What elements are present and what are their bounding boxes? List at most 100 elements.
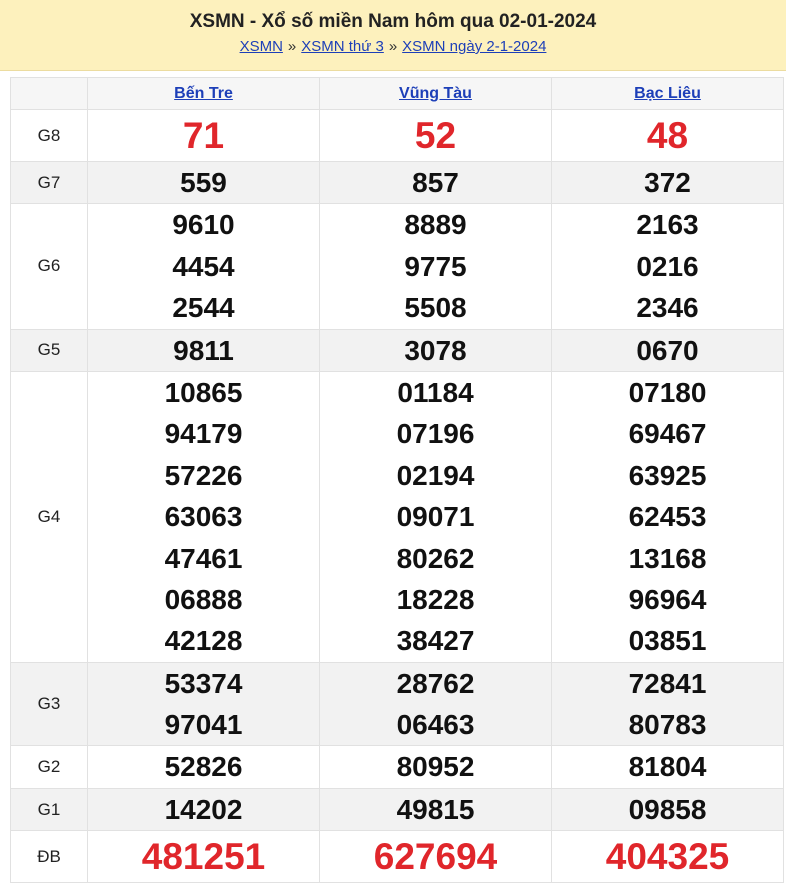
- result-number: 10865: [164, 376, 243, 408]
- prize-row: G1 14202 49815 09858: [10, 787, 784, 832]
- result-cell: 9610 4454 2544: [87, 203, 320, 330]
- result-cell: 01184 07196 02194 09071 80262 18228 38427: [319, 370, 552, 663]
- prize-label: G4: [10, 370, 88, 663]
- result-number: 9610: [172, 209, 235, 241]
- result-cell: 481251: [87, 830, 320, 883]
- special-prize-number: 627694: [373, 836, 498, 878]
- result-number: 5508: [404, 292, 467, 324]
- result-number: 57226: [164, 459, 243, 491]
- result-number: 0670: [636, 334, 699, 366]
- page-title: XSMN - Xổ số miền Nam hôm qua 02-01-2024: [189, 11, 597, 32]
- breadcrumb: XSMN» XSMN thứ 3» XSMN ngày 2-1-2024: [0, 38, 786, 55]
- result-cell: 0670: [551, 328, 784, 372]
- result-number: 52826: [164, 751, 243, 783]
- prize-row: G7 559 857 372: [10, 160, 784, 205]
- result-number: 07196: [396, 418, 475, 450]
- prize-row: G6 9610 4454 2544 8889 9775 5508 2163 0216 2346: [10, 203, 784, 330]
- result-cell: 81804: [551, 745, 784, 789]
- result-cell: 80952: [319, 745, 552, 789]
- prize-label: G8: [10, 109, 88, 162]
- result-number: 53374: [164, 667, 243, 699]
- result-cell: 72841 80783: [551, 661, 784, 747]
- results-table: Bến Tre Vũng Tàu Bạc Liêu G8 71 52 48 G7 559 8…: [10, 77, 784, 883]
- result-cell: 2163 0216 2346: [551, 203, 784, 330]
- result-number: 06463: [396, 709, 475, 741]
- result-number: 42128: [164, 625, 243, 657]
- result-cell: 52826: [87, 745, 320, 789]
- result-number: 80262: [396, 542, 475, 574]
- page-header: XSMN - Xổ số miền Nam hôm qua 02-01-2024…: [0, 0, 786, 71]
- result-number: 9775: [404, 250, 467, 282]
- result-number: 03851: [628, 625, 707, 657]
- prize-row: G3 53374 97041 28762 06463 72841 80783: [10, 661, 784, 747]
- province-link-bac-lieu[interactable]: Bạc Liêu: [634, 85, 701, 102]
- result-number: 559: [180, 167, 227, 198]
- result-cell: 857: [319, 160, 552, 205]
- prize-label: G6: [10, 203, 88, 330]
- result-cell: 372: [551, 160, 784, 205]
- result-number: 47461: [164, 542, 243, 574]
- result-cell: 14202: [87, 787, 320, 832]
- result-cell: 559: [87, 160, 320, 205]
- result-number: 9811: [173, 334, 234, 366]
- result-cell: 09858: [551, 787, 784, 832]
- province-header-vung-tau: Vũng Tàu: [319, 77, 552, 110]
- breadcrumb-separator: »: [287, 38, 297, 55]
- special-prize-number: 404325: [605, 836, 730, 878]
- prize-row: G8 71 52 48: [10, 109, 784, 162]
- result-number: 94179: [164, 418, 243, 450]
- breadcrumb-xsmn-ngay[interactable]: XSMN ngày 2-1-2024: [402, 38, 546, 55]
- prize-label: G5: [10, 328, 88, 372]
- province-header-bac-lieu: Bạc Liêu: [551, 77, 784, 110]
- prize-column-header: [10, 77, 88, 110]
- result-number: 8889: [404, 209, 467, 241]
- result-cell: 28762 06463: [319, 661, 552, 747]
- result-number: 02194: [396, 459, 475, 491]
- result-number: 2544: [172, 292, 235, 324]
- result-cell: 71: [87, 109, 320, 162]
- result-number: 2346: [636, 292, 699, 324]
- result-number: 372: [644, 167, 691, 198]
- result-number: 97041: [164, 709, 243, 741]
- result-cell: 48: [551, 109, 784, 162]
- result-cell: 627694: [319, 830, 552, 883]
- result-number: 857: [412, 167, 459, 198]
- prize-label: G1: [10, 787, 88, 832]
- result-number: 09858: [628, 793, 707, 825]
- result-number: 09071: [396, 501, 475, 533]
- result-number: 80783: [628, 709, 707, 741]
- prize-row: G4 10865 94179 57226 63063 47461 06888 42128 011…: [10, 370, 784, 663]
- table-header-row: Bến Tre Vũng Tàu Bạc Liêu: [10, 77, 784, 110]
- result-number: 18228: [396, 583, 475, 615]
- result-cell: 8889 9775 5508: [319, 203, 552, 330]
- province-link-vung-tau[interactable]: Vũng Tàu: [399, 85, 472, 102]
- province-link-ben-tre[interactable]: Bến Tre: [174, 85, 233, 102]
- prize-label: ĐB: [10, 830, 88, 883]
- result-number: 4454: [172, 250, 235, 282]
- result-number: 14202: [164, 793, 243, 825]
- prize-row: G5 9811 3078 0670: [10, 328, 784, 372]
- province-header-ben-tre: Bến Tre: [87, 77, 320, 110]
- breadcrumb-separator: »: [388, 38, 398, 55]
- result-number: 13168: [628, 542, 707, 574]
- result-number: 80952: [396, 751, 475, 783]
- result-number: 52: [414, 115, 457, 156]
- result-cell: 49815: [319, 787, 552, 832]
- result-number: 96964: [628, 583, 707, 615]
- breadcrumb-xsmn[interactable]: XSMN: [240, 38, 283, 55]
- result-number: 71: [182, 115, 225, 156]
- result-cell: 52: [319, 109, 552, 162]
- prize-row: ĐB 481251 627694 404325: [10, 830, 784, 883]
- result-cell: 404325: [551, 830, 784, 883]
- breadcrumb-xsmn-thu-3[interactable]: XSMN thứ 3: [301, 38, 384, 55]
- result-number: 81804: [628, 751, 707, 783]
- result-number: 63925: [628, 459, 707, 491]
- result-cell: 53374 97041: [87, 661, 320, 747]
- prize-label: G7: [10, 160, 88, 205]
- result-number: 62453: [628, 501, 707, 533]
- prize-label: G3: [10, 661, 88, 747]
- result-number: 3078: [404, 334, 467, 366]
- result-number: 2163: [636, 209, 699, 241]
- result-number: 07180: [628, 376, 707, 408]
- result-cell: 10865 94179 57226 63063 47461 06888 42128: [87, 370, 320, 663]
